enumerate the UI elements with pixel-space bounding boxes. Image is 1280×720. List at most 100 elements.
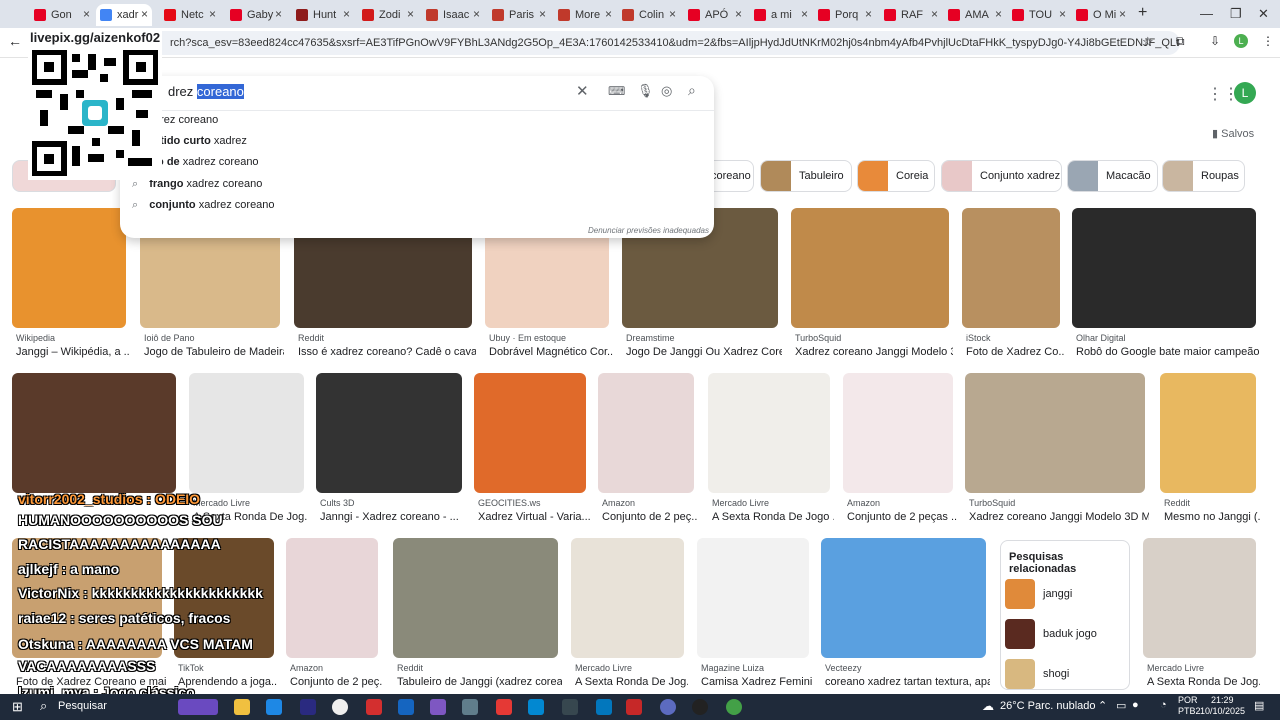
related-item[interactable]: janggi	[1005, 577, 1125, 611]
search-icon[interactable]: ⌕	[688, 82, 696, 99]
result-title[interactable]: A Sexta Ronda De Jogo ...	[712, 511, 834, 523]
tab-close-icon[interactable]: ×	[209, 7, 216, 21]
bookmark-star-icon[interactable]: ☆	[1142, 34, 1154, 50]
clear-icon[interactable]: ✕	[576, 82, 589, 100]
result-image[interactable]	[1072, 208, 1256, 328]
result-source[interactable]: Amazon	[602, 498, 698, 508]
suggestion-item[interactable]: ⌕ frango xadrez coreano	[132, 178, 262, 191]
result-title[interactable]: Jogo de Tabuleiro de Madeira...	[144, 346, 284, 358]
tab-11[interactable]: a mi ×	[750, 4, 812, 26]
file-explorer-icon[interactable]	[234, 699, 250, 715]
app-icon-4[interactable]	[528, 699, 544, 715]
downloads-icon[interactable]: ⇩	[1210, 34, 1220, 48]
notification-icon[interactable]: ▤	[1254, 699, 1264, 712]
tab-close-icon[interactable]: ×	[473, 7, 480, 21]
result-title[interactable]: Camisa Xadrez Femini...	[701, 676, 813, 688]
clock-time[interactable]: 21:29	[1211, 695, 1234, 705]
tab-12[interactable]: Porq ×	[814, 4, 876, 26]
result-source[interactable]: Cults 3D	[320, 498, 466, 508]
tab-close-icon[interactable]: ×	[275, 7, 282, 21]
taskbar-search-label[interactable]: Pesquisar	[58, 700, 107, 712]
lang-code[interactable]: POR	[1178, 695, 1198, 705]
result-source[interactable]: TurboSquid	[969, 498, 1149, 508]
tray-icon-2[interactable]: ●	[1132, 699, 1139, 711]
result-title[interactable]: Foto de Xadrez Co...	[966, 346, 1064, 358]
weather-text[interactable]: 26°C Parc. nublado	[1000, 700, 1096, 712]
result-source[interactable]: Ubuy · Em estoque	[489, 333, 613, 343]
tab-2[interactable]: Netc ×	[160, 4, 220, 26]
tab-close-icon[interactable]: ×	[669, 7, 676, 21]
result-title[interactable]: Xadrez coreano Janggi Modelo 3D Mo...	[969, 511, 1149, 523]
result-image[interactable]	[286, 538, 378, 658]
result-source[interactable]: Amazon	[290, 663, 382, 673]
lang-layout[interactable]: PTB2	[1178, 706, 1201, 716]
result-image[interactable]	[965, 373, 1145, 493]
maximize-icon[interactable]: ❐	[1230, 6, 1242, 22]
result-image[interactable]	[791, 208, 949, 328]
app-icon-5[interactable]	[596, 699, 612, 715]
result-source[interactable]: Mercado Livre	[1147, 663, 1260, 673]
result-title[interactable]: Jogo De Janggi Ou Xadrez Core...	[626, 346, 782, 358]
result-source[interactable]: Dreamstime	[626, 333, 782, 343]
result-title[interactable]: Mesmo no Janggi (...	[1164, 511, 1260, 523]
menu-icon[interactable]: ⋮	[1262, 34, 1274, 48]
result-title[interactable]: Janngi - Xadrez coreano - ...	[320, 511, 466, 523]
related-item[interactable]: baduk jogo	[1005, 617, 1125, 651]
result-image[interactable]	[571, 538, 684, 658]
premiere-icon[interactable]	[300, 699, 316, 715]
tab-3[interactable]: Gaby ×	[226, 4, 286, 26]
result-image[interactable]	[1160, 373, 1256, 493]
url-field[interactable]: rch?sca_esv=83eed824cc47635&sxsrf=AE3Tif…	[120, 31, 1180, 55]
tab-14[interactable]: AMA ×	[944, 4, 1006, 26]
word-icon[interactable]	[398, 699, 414, 715]
result-title[interactable]: Conjunto de 2 peç...	[290, 676, 382, 688]
account-avatar[interactable]: L	[1234, 82, 1256, 104]
app-icon-3[interactable]	[496, 699, 512, 715]
result-source[interactable]: GEOCITIES.ws	[478, 498, 590, 508]
tab-7[interactable]: Paris ×	[488, 4, 550, 26]
windows-start-icon[interactable]: ⊞	[12, 699, 23, 715]
result-source[interactable]: Amazon	[847, 498, 957, 508]
discord-icon[interactable]	[660, 699, 676, 715]
result-image[interactable]	[393, 538, 558, 658]
result-image[interactable]	[474, 373, 586, 493]
photoshop-icon[interactable]	[266, 699, 282, 715]
result-source[interactable]: Reddit	[298, 333, 476, 343]
chip-5[interactable]: Roupas	[1162, 160, 1245, 192]
tab-close-icon[interactable]: ×	[141, 7, 148, 21]
result-source[interactable]: Wikipedia	[16, 333, 130, 343]
extensions-icon[interactable]: ⧉	[1176, 34, 1185, 49]
chip-3[interactable]: Conjunto xadrez	[941, 160, 1062, 192]
result-image[interactable]	[189, 373, 304, 493]
minimize-icon[interactable]: —	[1200, 6, 1213, 21]
widget-icon[interactable]	[178, 699, 218, 715]
tab-6[interactable]: Isaac ×	[422, 4, 484, 26]
result-source[interactable]: TikTok	[178, 663, 278, 673]
result-image[interactable]	[843, 373, 953, 493]
result-title[interactable]: Xadrez coreano Janggi Modelo 3...	[795, 346, 953, 358]
chip-2[interactable]: Coreia	[857, 160, 935, 192]
tab-close-icon[interactable]: ×	[539, 7, 546, 21]
mic-icon[interactable]: 🎙	[637, 83, 654, 99]
tab-5[interactable]: Zodi ×	[358, 4, 418, 26]
chip-1[interactable]: Tabuleiro	[760, 160, 852, 192]
taskbar-search-icon[interactable]: ⌕	[40, 698, 47, 714]
result-title[interactable]: A Sexta Ronda De Jog...	[575, 676, 688, 688]
result-title[interactable]: Dobrável Magnético Cor...	[489, 346, 613, 358]
clock-date[interactable]: 10/10/2025	[1200, 706, 1245, 716]
tab-close-icon[interactable]: ×	[931, 7, 938, 21]
app-icon-7[interactable]	[692, 699, 708, 715]
result-source[interactable]: Mercado Livre	[193, 498, 308, 508]
result-title[interactable]: Isso é xadrez coreano? Cadê o caval...	[298, 346, 476, 358]
tab-close-icon[interactable]: ×	[735, 7, 742, 21]
result-source[interactable]: Ioiô de Pano	[144, 333, 284, 343]
result-image[interactable]	[962, 208, 1060, 328]
tab-0[interactable]: Gon ×	[30, 4, 94, 26]
app-icon[interactable]	[430, 699, 446, 715]
result-title[interactable]: Conjunto de 2 peç...	[602, 511, 698, 523]
tab-1[interactable]: xadr ×	[96, 4, 152, 26]
result-title[interactable]: Conjunto de 2 peças ...	[847, 511, 957, 523]
suggestion-item[interactable]: ⌕ conjunto xadrez coreano	[132, 199, 275, 212]
steam-icon[interactable]	[562, 699, 578, 715]
tab-close-icon[interactable]: ×	[865, 7, 872, 21]
